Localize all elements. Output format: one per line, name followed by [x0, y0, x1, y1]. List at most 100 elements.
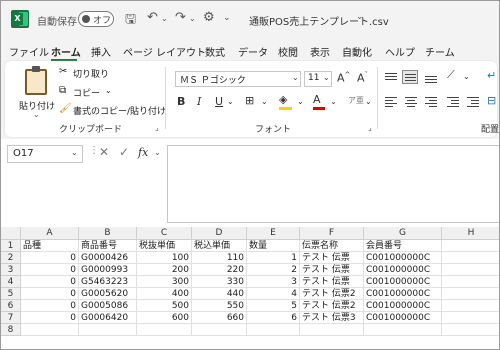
column-header-e[interactable]: E: [247, 227, 300, 240]
table-cell[interactable]: テスト 伝票: [300, 276, 364, 288]
table-cell[interactable]: [21, 324, 79, 336]
table-cell[interactable]: 100: [137, 252, 192, 264]
table-cell[interactable]: テスト 伝票: [300, 264, 364, 276]
insert-function-button[interactable]: fx: [138, 146, 148, 159]
table-cell[interactable]: テスト 伝票2: [300, 288, 364, 300]
table-cell[interactable]: [79, 324, 137, 336]
table-cell[interactable]: [442, 276, 499, 288]
table-cell[interactable]: 0: [21, 288, 79, 300]
row-header-4[interactable]: 4: [1, 276, 21, 288]
decrease-indent-icon[interactable]: [445, 95, 461, 109]
column-header-a[interactable]: A: [21, 227, 79, 240]
table-cell[interactable]: [442, 264, 499, 276]
table-cell[interactable]: 0: [21, 264, 79, 276]
font-color-dropdown-icon[interactable]: ⌄: [330, 97, 337, 106]
phonetic-guide-icon[interactable]: ア亜: [348, 95, 364, 106]
table-cell[interactable]: 0: [21, 312, 79, 324]
borders-icon[interactable]: ⊞: [245, 94, 254, 107]
row-header-5[interactable]: 5: [1, 288, 21, 300]
row-header-3[interactable]: 3: [1, 264, 21, 276]
copy-dropdown-icon[interactable]: ⌄: [105, 86, 112, 95]
autosave-toggle[interactable]: オフ: [78, 11, 114, 27]
table-cell[interactable]: [247, 324, 300, 336]
decrease-font-size-icon[interactable]: Aˇ: [357, 71, 368, 85]
table-cell[interactable]: C001000000C: [364, 288, 442, 300]
undo-icon[interactable]: ↶: [147, 10, 158, 25]
formula-input[interactable]: [167, 145, 499, 223]
row-header-2[interactable]: 2: [1, 252, 21, 264]
row-header-8[interactable]: 8: [1, 324, 21, 336]
font-color-icon[interactable]: A: [313, 93, 325, 110]
more-commands-icon[interactable]: ⌄: [223, 13, 231, 23]
table-cell[interactable]: 5: [247, 300, 300, 312]
table-cell[interactable]: 600: [137, 312, 192, 324]
align-right-icon[interactable]: [423, 95, 439, 109]
table-cell[interactable]: 3: [247, 276, 300, 288]
align-bottom-icon[interactable]: [423, 71, 439, 85]
redo-icon[interactable]: ↷: [175, 10, 186, 25]
document-title[interactable]: 通販POS売上テンプレート.csv: [249, 13, 389, 28]
tab-help[interactable]: ヘルプ: [385, 44, 415, 59]
table-cell[interactable]: G0005620: [79, 288, 137, 300]
column-header-h[interactable]: H: [442, 227, 499, 240]
cell-b1[interactable]: 商品番号: [79, 240, 137, 252]
formula-bar-grip-icon[interactable]: ⋮: [89, 145, 99, 156]
tab-team[interactable]: チーム: [425, 44, 455, 59]
select-all-corner[interactable]: [1, 227, 21, 240]
tab-file[interactable]: ファイル: [9, 44, 49, 59]
orientation-dropdown-icon[interactable]: ⌄: [463, 72, 470, 81]
column-header-g[interactable]: G: [364, 227, 442, 240]
table-cell[interactable]: G0005086: [79, 300, 137, 312]
table-cell[interactable]: 1: [247, 252, 300, 264]
redo-dropdown-icon[interactable]: ⌄: [189, 14, 196, 23]
tab-data[interactable]: データ: [238, 44, 268, 59]
tab-review[interactable]: 校閲: [278, 44, 298, 59]
table-cell[interactable]: C001000000C: [364, 312, 442, 324]
table-cell[interactable]: [137, 324, 192, 336]
cut-button[interactable]: 切り取り: [73, 67, 109, 80]
table-cell[interactable]: 4: [247, 288, 300, 300]
table-cell[interactable]: 660: [192, 312, 247, 324]
table-cell[interactable]: [442, 252, 499, 264]
table-cell[interactable]: 500: [137, 300, 192, 312]
column-header-f[interactable]: F: [300, 227, 364, 240]
fill-color-dropdown-icon[interactable]: ⌄: [297, 97, 304, 106]
table-cell[interactable]: G0000426: [79, 252, 137, 264]
align-top-icon[interactable]: [383, 71, 399, 85]
table-cell[interactable]: テスト 伝票2: [300, 300, 364, 312]
table-cell[interactable]: 0: [21, 252, 79, 264]
bold-button[interactable]: B: [177, 95, 185, 108]
tab-formulas[interactable]: 数式: [205, 44, 225, 59]
cell-g1[interactable]: 会員番号: [364, 240, 442, 252]
table-cell[interactable]: 400: [137, 288, 192, 300]
table-cell[interactable]: 200: [137, 264, 192, 276]
table-cell[interactable]: 440: [192, 288, 247, 300]
table-cell[interactable]: 220: [192, 264, 247, 276]
table-cell[interactable]: [300, 324, 364, 336]
cell-c1[interactable]: 税抜単価: [137, 240, 192, 252]
paste-clipboard-icon[interactable]: [25, 66, 47, 95]
cell-h1[interactable]: [442, 240, 499, 252]
align-left-icon[interactable]: [383, 95, 399, 109]
clipboard-launcher-icon[interactable]: ⌟: [155, 123, 159, 132]
save-icon[interactable]: 🖫: [125, 10, 136, 32]
table-cell[interactable]: [442, 312, 499, 324]
cell-f1[interactable]: 伝票名称: [300, 240, 364, 252]
table-cell[interactable]: テスト 伝票: [300, 252, 364, 264]
underline-dropdown-icon[interactable]: ⌄: [227, 97, 234, 106]
copy-button[interactable]: コピー: [73, 86, 100, 99]
name-box-dropdown-icon[interactable]: ⌄: [71, 148, 78, 157]
table-cell[interactable]: 110: [192, 252, 247, 264]
column-header-c[interactable]: C: [137, 227, 192, 240]
underline-button[interactable]: U: [215, 95, 223, 108]
font-size-dropdown-icon[interactable]: ⌄: [323, 73, 330, 82]
fill-color-icon[interactable]: ◈: [279, 93, 292, 110]
font-name-input[interactable]: ＭＳ Ｐゴシック: [175, 71, 301, 87]
table-cell[interactable]: G0006420: [79, 312, 137, 324]
table-cell[interactable]: [442, 324, 499, 336]
column-header-b[interactable]: B: [79, 227, 137, 240]
formula-expand-icon[interactable]: ⌄: [154, 148, 161, 157]
table-cell[interactable]: 6: [247, 312, 300, 324]
font-name-dropdown-icon[interactable]: ⌄: [292, 73, 299, 82]
increase-font-size-icon[interactable]: A^: [337, 71, 350, 85]
